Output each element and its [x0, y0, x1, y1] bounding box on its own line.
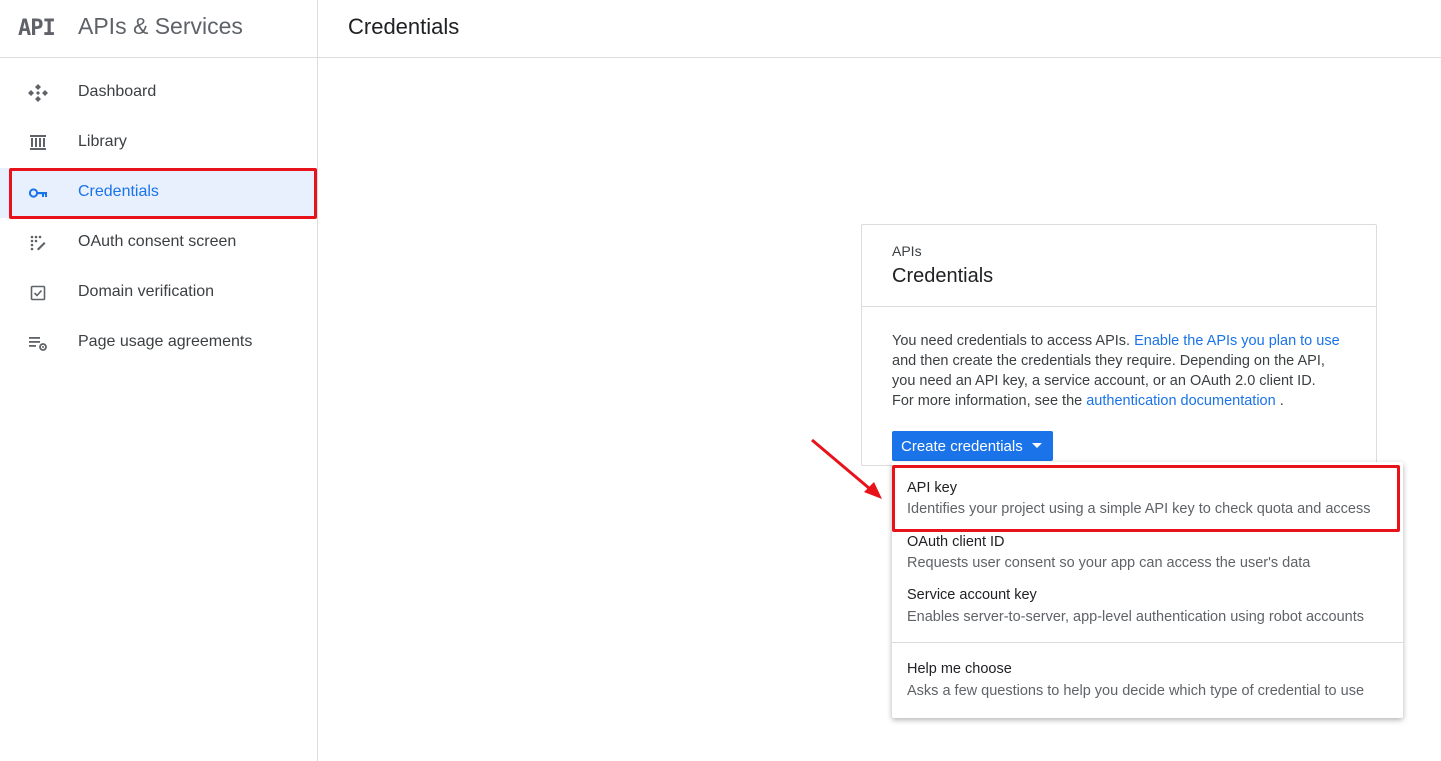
sidebar: API APIs & Services Dashboard Library Cr… [0, 0, 318, 761]
sidebar-item-label: Credentials [78, 183, 159, 200]
annotation-arrow-icon [811, 438, 882, 499]
sidebar-item-dashboard[interactable]: Dashboard [0, 68, 317, 118]
card-text-3: . [1275, 393, 1284, 409]
dropdown-caret-icon [1032, 443, 1042, 448]
menu-item-description: Requests user consent so your app can ac… [907, 555, 1311, 571]
authentication-docs-link[interactable]: authentication documentation [1086, 393, 1275, 409]
top-bar: Credentials [318, 0, 1441, 58]
dashboard-icon [28, 83, 48, 103]
card-header: APIs Credentials [862, 225, 1376, 307]
credentials-card: APIs Credentials You need credentials to… [861, 224, 1377, 466]
checkbox-icon [28, 283, 48, 303]
create-credentials-button[interactable]: Create credentials [892, 431, 1053, 461]
menu-item-help-me-choose[interactable]: Help me choose Asks a few questions to h… [892, 643, 1403, 718]
sidebar-item-credentials[interactable]: Credentials [0, 168, 317, 218]
card-title: Credentials [892, 265, 994, 287]
sidebar-item-page-usage-agreements[interactable]: Page usage agreements [0, 318, 317, 368]
card-description: You need credentials to access APIs. Ena… [892, 331, 1340, 411]
menu-item-api-key[interactable]: API key Identifies your project using a … [892, 462, 1403, 532]
menu-item-title: Service account key [907, 587, 1037, 603]
menu-item-service-account-key[interactable]: Service account key Enables server-to-se… [892, 585, 1403, 642]
menu-item-title: OAuth client ID [907, 534, 1005, 550]
card-text-1: You need credentials to access APIs. [892, 333, 1135, 349]
sidebar-nav: Dashboard Library Credentials OAuth cons… [0, 68, 317, 368]
product-title[interactable]: APIs & Services [78, 13, 243, 40]
sidebar-item-oauth-consent[interactable]: OAuth consent screen [0, 218, 317, 268]
menu-item-description: Identifies your project using a simple A… [907, 501, 1371, 517]
sidebar-item-domain-verification[interactable]: Domain verification [0, 268, 317, 318]
sidebar-item-label: Dashboard [78, 83, 157, 100]
menu-item-description: Asks a few questions to help you decide … [907, 683, 1365, 699]
oauth-consent-icon [28, 233, 48, 253]
sidebar-item-label: Domain verification [78, 283, 215, 300]
library-icon [28, 133, 48, 153]
sidebar-header: API APIs & Services [0, 0, 317, 58]
menu-item-description: Enables server-to-server, app-level auth… [907, 609, 1365, 625]
menu-item-title: API key [907, 480, 957, 496]
page-title: Credentials [348, 14, 460, 39]
key-icon [28, 183, 48, 203]
sidebar-item-library[interactable]: Library [0, 118, 317, 168]
settings-list-icon [28, 333, 48, 353]
enable-apis-link[interactable]: Enable the APIs you plan to use [1134, 333, 1340, 349]
create-credentials-label: Create credentials [901, 437, 1023, 455]
menu-item-oauth-client-id[interactable]: OAuth client ID Requests user consent so… [892, 532, 1403, 585]
card-overline: APIs [892, 243, 922, 259]
sidebar-item-label: Library [78, 133, 127, 150]
sidebar-item-label: Page usage agreements [78, 333, 253, 350]
create-credentials-menu: API key Identifies your project using a … [892, 462, 1403, 718]
menu-item-title: Help me choose [907, 661, 1012, 677]
api-logo[interactable]: API [18, 16, 56, 41]
sidebar-item-label: OAuth consent screen [78, 233, 237, 250]
